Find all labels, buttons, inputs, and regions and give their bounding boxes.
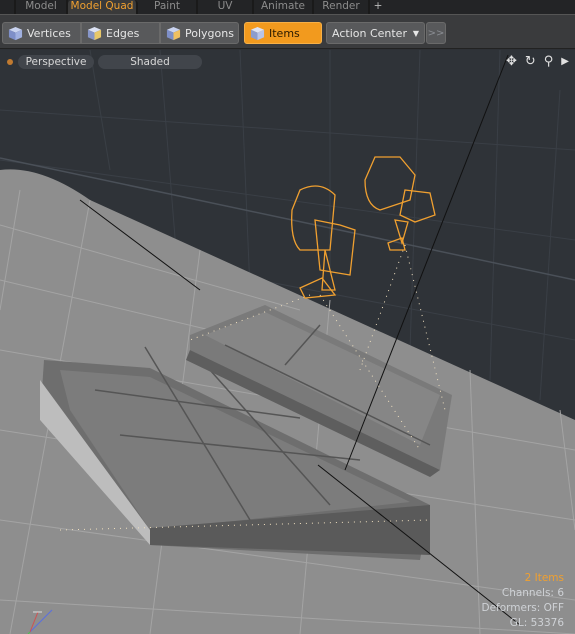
edge-cube-icon (87, 26, 102, 40)
edges-mode-button[interactable]: Edges (81, 22, 160, 44)
scene-canvas (0, 50, 575, 634)
polygons-label: Polygons (185, 26, 234, 40)
item-cube-icon (250, 26, 265, 40)
shading-dropdown[interactable]: Shaded (98, 55, 202, 69)
edges-label: Edges (106, 26, 140, 40)
gl-count: GL: 53376 (509, 617, 564, 629)
vertex-cube-icon (8, 26, 23, 40)
vertices-label: Vertices (27, 26, 71, 40)
deformers-status: Deformers: OFF (481, 602, 565, 614)
viewport-options-dot[interactable] (7, 59, 13, 65)
polygons-mode-button[interactable]: Polygons (160, 22, 239, 44)
tab-render[interactable]: Render (314, 0, 370, 14)
tab-spacer (0, 0, 16, 14)
zoom-icon[interactable]: ⚲ (544, 54, 554, 70)
viewport-nav-icons: ✥ ↻ ⚲ ▶ (506, 54, 569, 70)
toolbar-overflow-button[interactable]: >> (426, 22, 446, 44)
layout-tab-bar: Model Model Quad Paint UV Animate Render… (0, 0, 575, 14)
rotate-icon[interactable]: ↻ (525, 54, 536, 70)
item-count: 2 Items (524, 572, 564, 584)
more-arrow-icon[interactable]: ▶ (561, 54, 569, 70)
selected-light-2[interactable] (364, 156, 436, 251)
tab-model-quad[interactable]: Model Quad (68, 0, 138, 14)
items-mode-button[interactable]: Items (244, 22, 322, 44)
tab-animate[interactable]: Animate (254, 0, 314, 14)
action-center-dropdown[interactable]: Action Center ▼ (326, 22, 425, 44)
viewport-info-overlay: 2 Items Channels: 6 Deformers: OFF GL: 5… (482, 571, 565, 631)
add-tab-button[interactable]: + (370, 0, 386, 14)
selection-toolbar: Vertices Edges Polygons Items Action Cen… (0, 14, 575, 49)
tab-uv[interactable]: UV (198, 0, 254, 14)
3d-viewport[interactable]: Perspective Shaded ✥ ↻ ⚲ ▶ 2 Items Chann… (0, 50, 575, 634)
chevron-down-icon: ▼ (412, 28, 419, 38)
vertices-mode-button[interactable]: Vertices (2, 22, 81, 44)
tab-model[interactable]: Model (16, 0, 68, 14)
items-label: Items (269, 26, 300, 40)
tab-paint[interactable]: Paint (138, 0, 198, 14)
move-icon[interactable]: ✥ (506, 54, 517, 70)
projection-dropdown[interactable]: Perspective (18, 55, 94, 69)
viewport-header: Perspective Shaded ✥ ↻ ⚲ ▶ (0, 50, 575, 72)
action-center-label: Action Center (332, 26, 407, 40)
polygon-cube-icon (166, 26, 181, 40)
selected-light-1[interactable] (291, 185, 356, 299)
channel-count: Channels: 6 (501, 587, 564, 599)
